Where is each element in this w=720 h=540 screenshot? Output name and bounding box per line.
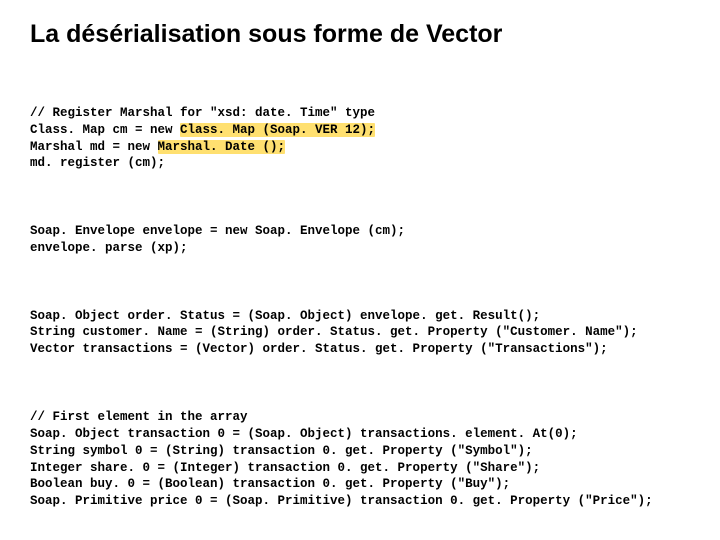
code-line: Boolean buy. 0 = (Boolean) transaction 0… bbox=[30, 477, 510, 491]
code-line: Marshal md = new bbox=[30, 140, 158, 154]
code-line: Soap. Primitive price 0 = (Soap. Primiti… bbox=[30, 494, 653, 508]
code-section-2: Soap. Envelope envelope = new Soap. Enve… bbox=[30, 223, 690, 257]
slide-title: La désérialisation sous forme de Vector bbox=[30, 20, 690, 49]
code-line: Integer share. 0 = (Integer) transaction… bbox=[30, 461, 540, 475]
code-line: md. register (cm); bbox=[30, 156, 165, 170]
slide: La désérialisation sous forme de Vector … bbox=[0, 0, 720, 540]
code-line: // First element in the array bbox=[30, 410, 248, 424]
code-section-3: Soap. Object order. Status = (Soap. Obje… bbox=[30, 308, 690, 359]
highlight: Class. Map (Soap. VER 12); bbox=[180, 123, 375, 137]
code-section-4: // First element in the array Soap. Obje… bbox=[30, 409, 690, 510]
code-line: Soap. Envelope envelope = new Soap. Enve… bbox=[30, 224, 405, 238]
highlight: Marshal. Date (); bbox=[158, 140, 286, 154]
code-line: String customer. Name = (String) order. … bbox=[30, 325, 645, 339]
code-section-1: // Register Marshal for "xsd: date. Time… bbox=[30, 105, 690, 173]
code-line: Soap. Object transaction 0 = (Soap. Obje… bbox=[30, 427, 578, 441]
code-line: String symbol 0 = (String) transaction 0… bbox=[30, 444, 533, 458]
code-line: Soap. Object order. Status = (Soap. Obje… bbox=[30, 309, 540, 323]
code-line: Vector transactions = (Vector) order. St… bbox=[30, 342, 608, 356]
code-line: // Register Marshal for "xsd: date. Time… bbox=[30, 106, 375, 120]
code-line: Class. Map cm = new bbox=[30, 123, 180, 137]
code-line: envelope. parse (xp); bbox=[30, 241, 188, 255]
code-block: // Register Marshal for "xsd: date. Time… bbox=[30, 71, 690, 540]
